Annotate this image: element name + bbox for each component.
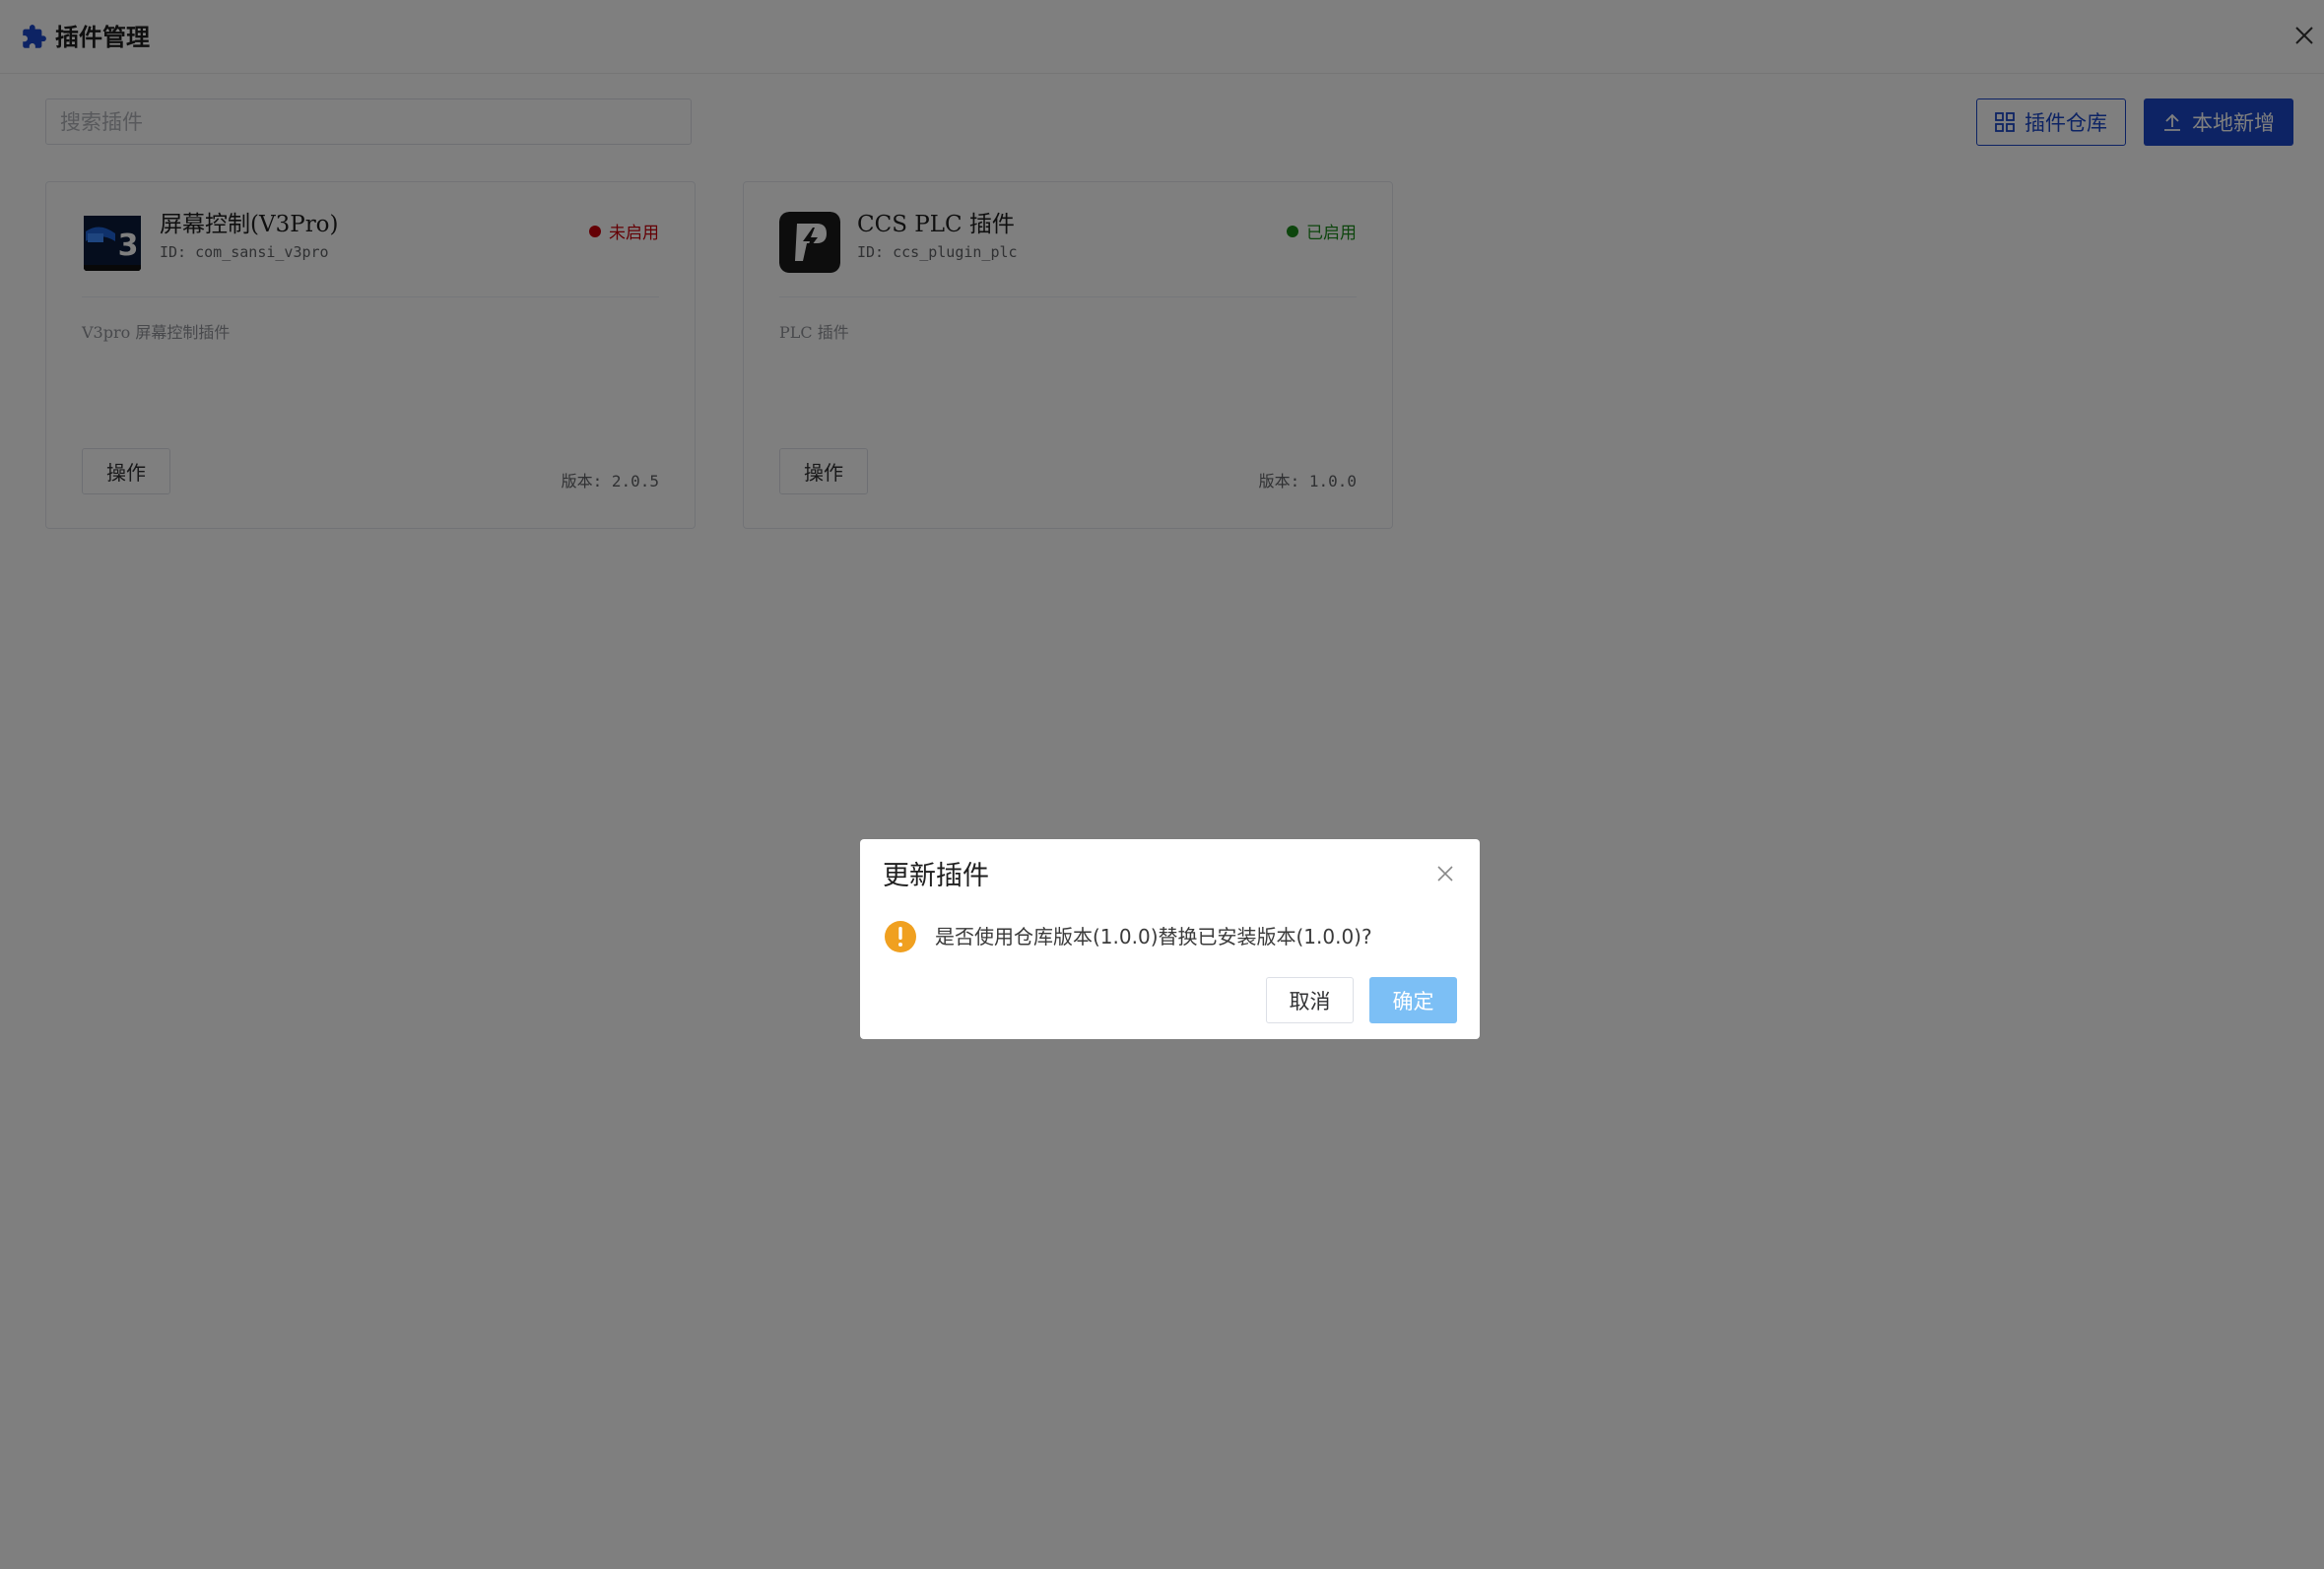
dialog-message: 是否使用仓库版本(1.0.0)替换已安装版本(1.0.0)? — [935, 925, 1372, 948]
update-plugin-dialog: 更新插件 是否使用仓库版本(1.0.0)替换已安装版本(1.0.0)? 取消 确… — [860, 839, 1480, 1039]
confirm-button[interactable]: 确定 — [1369, 977, 1457, 1023]
warning-icon — [885, 921, 916, 952]
cancel-button[interactable]: 取消 — [1266, 977, 1354, 1023]
dialog-title: 更新插件 — [883, 861, 989, 891]
modal-overlay[interactable] — [0, 0, 2324, 1569]
plugin-management-page: 插件管理 插件仓库 本地新增 3 — [0, 0, 2324, 1569]
close-icon[interactable] — [1436, 865, 1454, 883]
